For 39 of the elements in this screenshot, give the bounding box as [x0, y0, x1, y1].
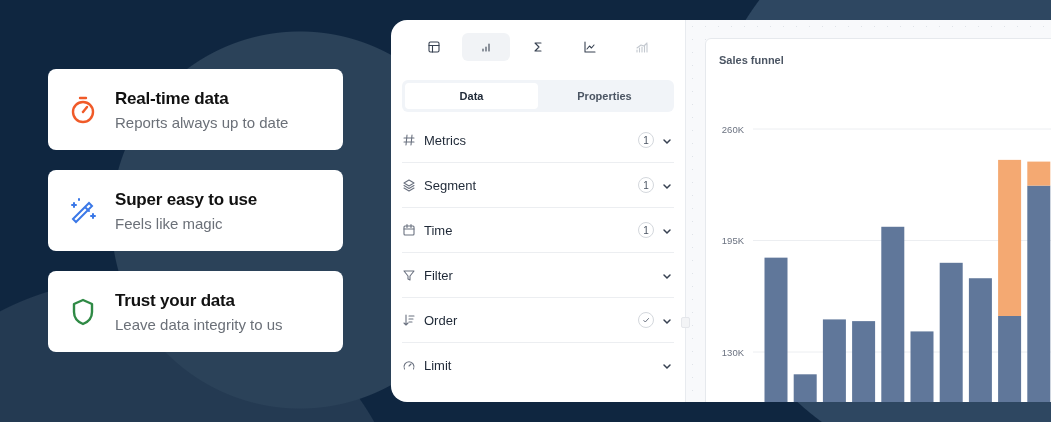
- sort-icon: [402, 313, 416, 327]
- table-icon: [427, 40, 441, 54]
- gauge-icon: [402, 358, 416, 372]
- chevron-down-icon: [662, 362, 672, 370]
- stopwatch-icon: [70, 95, 96, 124]
- chevron-down-icon: [662, 137, 672, 145]
- feature-subtitle: Leave data integrity to us: [115, 315, 283, 333]
- feature-title: Trust your data: [115, 290, 236, 311]
- combo-chart-icon: [635, 40, 649, 54]
- section-row[interactable]: Metrics 1: [402, 118, 674, 163]
- chart-title: Sales funnel: [718, 53, 784, 64]
- chevron-down-icon: [662, 317, 672, 325]
- section-row[interactable]: Segment 1: [402, 163, 674, 208]
- bar: [910, 331, 934, 402]
- section-row[interactable]: Time 1: [402, 208, 674, 253]
- feature-title: Real-time data: [115, 88, 230, 109]
- chevron-down-icon: [662, 227, 672, 235]
- section-row[interactable]: Order: [402, 298, 674, 343]
- filter-icon: [402, 268, 416, 282]
- feature-subtitle: Feels like magic: [115, 214, 224, 232]
- chevron-down-icon: [662, 272, 672, 280]
- tab[interactable]: Properties: [538, 83, 671, 109]
- feature-title: Super easy to use: [115, 189, 258, 210]
- bar: [793, 374, 817, 402]
- layers-icon: [402, 178, 416, 192]
- line-chart-icon: [583, 40, 597, 54]
- hash-icon: [402, 133, 416, 147]
- magic-wand-icon: [69, 196, 97, 225]
- chart-type-button[interactable]: [462, 33, 510, 61]
- shield-icon: [71, 297, 95, 326]
- axis-tick-label: 260K: [721, 123, 744, 135]
- axis-tick-label: 195K: [721, 235, 744, 246]
- calendar-icon: [402, 223, 416, 237]
- section-row[interactable]: Limit: [402, 343, 674, 387]
- axis-tick-label: 130K: [721, 346, 744, 358]
- tab[interactable]: Data: [405, 83, 538, 109]
- chevron-down-icon: [662, 182, 672, 190]
- feature-subtitle: Reports always up to date: [115, 113, 289, 131]
- section-row[interactable]: Filter: [402, 253, 674, 298]
